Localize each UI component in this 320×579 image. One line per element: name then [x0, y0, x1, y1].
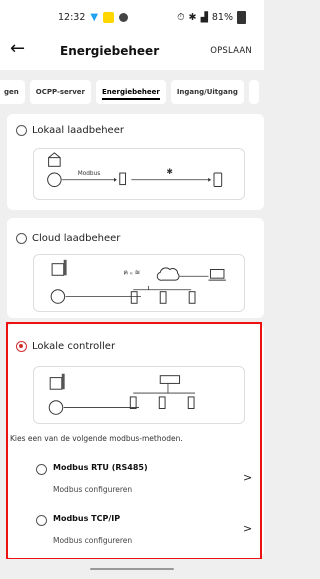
tab-label: Ingang/Uitgang	[176, 88, 238, 96]
option-label: Lokaal laadbeheer	[32, 125, 124, 136]
diagram-lokaal-graphic: Modbus ✱	[47, 152, 223, 187]
tab-label: Energiebeheer	[102, 88, 160, 100]
radio-lokaal[interactable]	[16, 125, 27, 136]
page-title: Energiebeheer	[60, 44, 160, 58]
save-button[interactable]: OPSLAAN	[210, 46, 252, 56]
tab-ingang-uitgang[interactable]: Ingang/Uitgang	[170, 80, 244, 104]
battery-label: 81%	[211, 11, 233, 23]
diagram-cloud: ฅ ᵢₗ ≋	[33, 254, 245, 312]
option-lokaal[interactable]: Lokaal laadbeheer	[16, 125, 124, 136]
message-icon	[119, 12, 129, 22]
navigation-bar	[0, 559, 264, 579]
back-arrow-icon[interactable]: ←	[10, 38, 25, 59]
option-label: Cloud laadbeheer	[32, 233, 121, 244]
tab-gen[interactable]: gen	[0, 80, 25, 104]
tab-bar: gen OCPP-server Energiebeheer Ingang/Uit…	[0, 72, 264, 112]
status-left: 12:32 ▼	[58, 11, 129, 23]
home-handle[interactable]	[90, 568, 174, 570]
clock: 12:32	[58, 11, 86, 23]
status-right: ⏱ ✱ ▟ 81%	[177, 10, 246, 24]
option-cloud[interactable]: Cloud laadbeheer	[16, 233, 120, 244]
option-card-lokaal[interactable]: Lokaal laadbeheer Modbus ✱	[7, 114, 264, 210]
svg-text:✱: ✱	[167, 167, 174, 176]
bluetooth-icon: ✱	[188, 11, 197, 23]
option-card-cloud[interactable]: Cloud laadbeheer ฅ ᵢₗ ≋	[7, 218, 264, 318]
twitter-icon: ▼	[90, 11, 99, 23]
battery-icon	[237, 10, 246, 24]
tab-label: gen	[4, 88, 19, 96]
tab-energiebeheer[interactable]: Energiebeheer	[96, 80, 166, 104]
notification-icon	[103, 11, 115, 23]
status-bar: 12:32 ▼ ⏱ ✱ ▟ 81%	[0, 0, 264, 34]
signal-icon: ▟	[200, 11, 208, 23]
app-bar: ← Energiebeheer OPSLAAN	[0, 34, 264, 70]
diagram-label-modbus: Modbus	[78, 171, 100, 177]
tab-label: OCPP-server	[35, 88, 86, 96]
highlight-box	[6, 322, 262, 560]
radio-cloud[interactable]	[16, 233, 27, 244]
diagram-cloud-graphic: ฅ ᵢₗ ≋	[50, 259, 226, 304]
svg-text:ฅ ᵢₗ ≋: ฅ ᵢₗ ≋	[124, 268, 141, 276]
tab-more[interactable]	[248, 80, 259, 104]
alarm-icon: ⏱	[177, 11, 185, 23]
tab-ocpp-server[interactable]: OCPP-server	[29, 80, 92, 104]
diagram-lokaal: Modbus ✱	[33, 148, 245, 200]
